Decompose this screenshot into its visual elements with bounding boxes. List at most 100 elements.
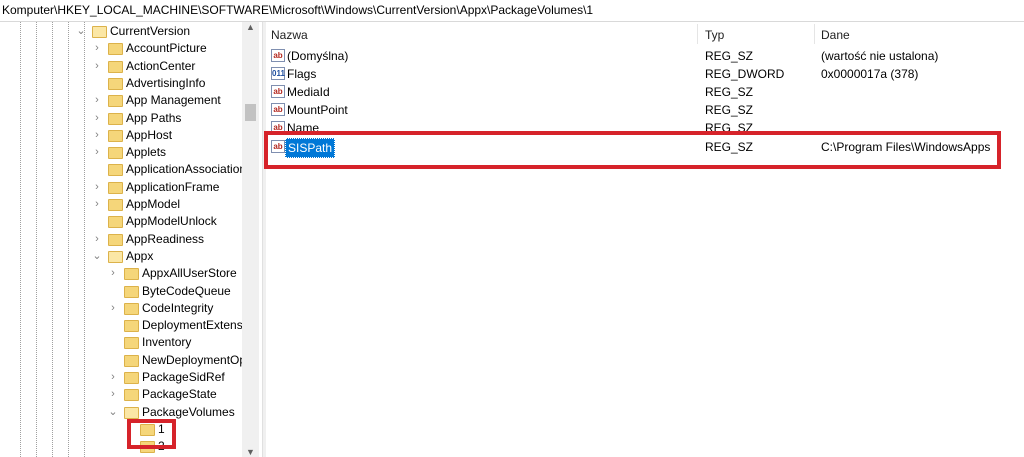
column-header-name[interactable]: Nazwa — [271, 26, 308, 44]
tree-node-label: PackageState — [142, 387, 217, 402]
chevron-right-icon[interactable]: › — [92, 110, 102, 127]
tree-node-appx[interactable]: ⌄ Appx — [0, 248, 242, 265]
tree-node-2[interactable]: 2 — [0, 438, 242, 455]
folder-icon — [108, 129, 123, 142]
value-data: (wartość nie ustalona) — [821, 49, 939, 63]
value-data: 0x0000017a (378) — [821, 67, 919, 81]
value-type: REG_SZ — [705, 85, 754, 99]
tree-node-label: CodeIntegrity — [142, 300, 214, 315]
tree-node-appxalluserstore[interactable]: › AppxAllUserStore — [0, 265, 242, 282]
tree-node-appmodel[interactable]: › AppModel — [0, 196, 242, 213]
tree-node-appmodelunlock[interactable]: AppModelUnlock — [0, 213, 242, 230]
value-row[interactable]: 011 Flags REG_DWORD 0x0000017a (378) — [265, 65, 1024, 83]
tree-node-app-paths[interactable]: › App Paths — [0, 110, 242, 127]
tree-node-label: DeploymentExtensio — [142, 318, 242, 333]
tree-node-1[interactable]: 1 — [0, 421, 242, 438]
sispath-highlight-frame — [264, 131, 1001, 169]
address-bar[interactable]: Komputer\HKEY_LOCAL_MACHINE\SOFTWARE\Mic… — [0, 0, 1024, 22]
tree-node-packagevolumes[interactable]: ⌄ PackageVolumes — [0, 404, 242, 421]
tree-node-label: App Paths — [126, 110, 182, 125]
tree-node-inventory[interactable]: Inventory — [0, 334, 242, 351]
column-divider[interactable] — [697, 24, 698, 44]
folder-icon — [108, 250, 123, 263]
folder-icon — [124, 320, 139, 333]
tree-node-app-management[interactable]: › App Management — [0, 92, 242, 109]
value-type: REG_DWORD — [705, 67, 785, 81]
scroll-down-arrow-icon[interactable]: ▼ — [242, 447, 259, 457]
scrollbar-thumb[interactable] — [245, 104, 256, 121]
folder-icon — [108, 112, 123, 125]
chevron-right-icon[interactable]: › — [92, 196, 102, 213]
tree-node-label: PackageSidRef — [142, 370, 225, 384]
folder-icon — [124, 354, 139, 367]
folder-icon — [108, 164, 123, 177]
binary-value-icon: 011 — [271, 67, 285, 80]
chevron-down-icon[interactable]: ⌄ — [108, 404, 118, 421]
chevron-right-icon[interactable]: › — [92, 92, 102, 109]
tree-node-label: ApplicationFrame — [126, 179, 220, 194]
key-1-highlight-frame — [127, 419, 176, 449]
column-header-data[interactable]: Dane — [821, 26, 850, 44]
chevron-down-icon[interactable]: ⌄ — [92, 248, 102, 265]
folder-icon — [108, 43, 123, 56]
scroll-up-arrow-icon[interactable]: ▲ — [242, 22, 259, 32]
value-name[interactable]: MountPoint — [287, 101, 348, 119]
folder-icon — [108, 216, 123, 229]
value-row[interactable]: ab MediaId REG_SZ — [265, 83, 1024, 101]
tree-node-appreadiness[interactable]: › AppReadiness — [0, 231, 242, 248]
folder-icon — [124, 302, 139, 315]
value-row[interactable]: ab (Domyślna) REG_SZ (wartość nie ustalona) — [265, 47, 1024, 65]
tree-node-applicationframe[interactable]: › ApplicationFrame — [0, 179, 242, 196]
tree-node-label: NewDeploymentOp — [142, 352, 242, 367]
tree-node-actioncenter[interactable]: › ActionCenter — [0, 58, 242, 75]
tree-node-accountpicture[interactable]: › AccountPicture — [0, 40, 242, 57]
chevron-down-icon[interactable]: ⌄ — [76, 23, 86, 40]
tree-node-label: ActionCenter — [126, 58, 196, 73]
tree-node-advertisinginfo[interactable]: AdvertisingInfo — [0, 75, 242, 92]
chevron-right-icon[interactable]: › — [108, 369, 118, 386]
chevron-right-icon[interactable]: › — [108, 265, 118, 282]
value-name[interactable]: Flags — [287, 65, 316, 83]
tree-node-applets[interactable]: › Applets — [0, 144, 242, 161]
tree-node-applicationassociation[interactable]: ApplicationAssociation — [0, 161, 242, 178]
chevron-right-icon[interactable]: › — [92, 58, 102, 75]
value-row[interactable]: ab MountPoint REG_SZ — [265, 101, 1024, 119]
tree-node-label: Appx — [126, 248, 154, 263]
chevron-right-icon[interactable]: › — [92, 231, 102, 248]
chevron-right-icon[interactable]: › — [92, 40, 102, 57]
chevron-right-icon[interactable]: › — [92, 179, 102, 196]
tree-node-label: AdvertisingInfo — [126, 75, 206, 90]
tree-scrollbar[interactable]: ▲ ▼ — [242, 22, 259, 457]
tree-node-packagesidref[interactable]: › PackageSidRef — [0, 369, 242, 386]
folder-icon — [108, 77, 123, 90]
tree-node-label: AccountPicture — [126, 41, 207, 56]
tree-node-label: CurrentVersion — [110, 24, 191, 38]
tree-node-packagestate[interactable]: › PackageState — [0, 386, 242, 403]
string-value-icon: ab — [271, 85, 285, 98]
tree-node-label: AppxAllUserStore — [142, 266, 237, 281]
value-name[interactable]: (Domyślna) — [287, 47, 348, 65]
tree-node-currentversion[interactable]: ⌄ CurrentVersion — [0, 23, 242, 40]
value-name[interactable]: MediaId — [287, 83, 330, 101]
chevron-right-icon[interactable]: › — [108, 300, 118, 317]
tree-node-deploymentextensio[interactable]: DeploymentExtensio — [0, 317, 242, 334]
folder-icon — [124, 406, 139, 419]
tree-node-bytecodequeue[interactable]: ByteCodeQueue — [0, 283, 242, 300]
chevron-right-icon[interactable]: › — [92, 144, 102, 161]
tree-node-codeintegrity[interactable]: › CodeIntegrity — [0, 300, 242, 317]
tree-node-newdeploymentop[interactable]: NewDeploymentOp — [0, 352, 242, 369]
column-header-type[interactable]: Typ — [705, 26, 724, 44]
folder-icon — [92, 26, 107, 38]
string-value-icon: ab — [271, 103, 285, 116]
folder-icon — [108, 181, 123, 194]
tree-node-label: ByteCodeQueue — [142, 283, 231, 298]
chevron-right-icon[interactable]: › — [92, 127, 102, 144]
tree-node-apphost[interactable]: › AppHost — [0, 127, 242, 144]
column-divider[interactable] — [814, 24, 815, 44]
chevron-right-icon[interactable]: › — [108, 386, 118, 403]
folder-icon — [124, 285, 139, 298]
